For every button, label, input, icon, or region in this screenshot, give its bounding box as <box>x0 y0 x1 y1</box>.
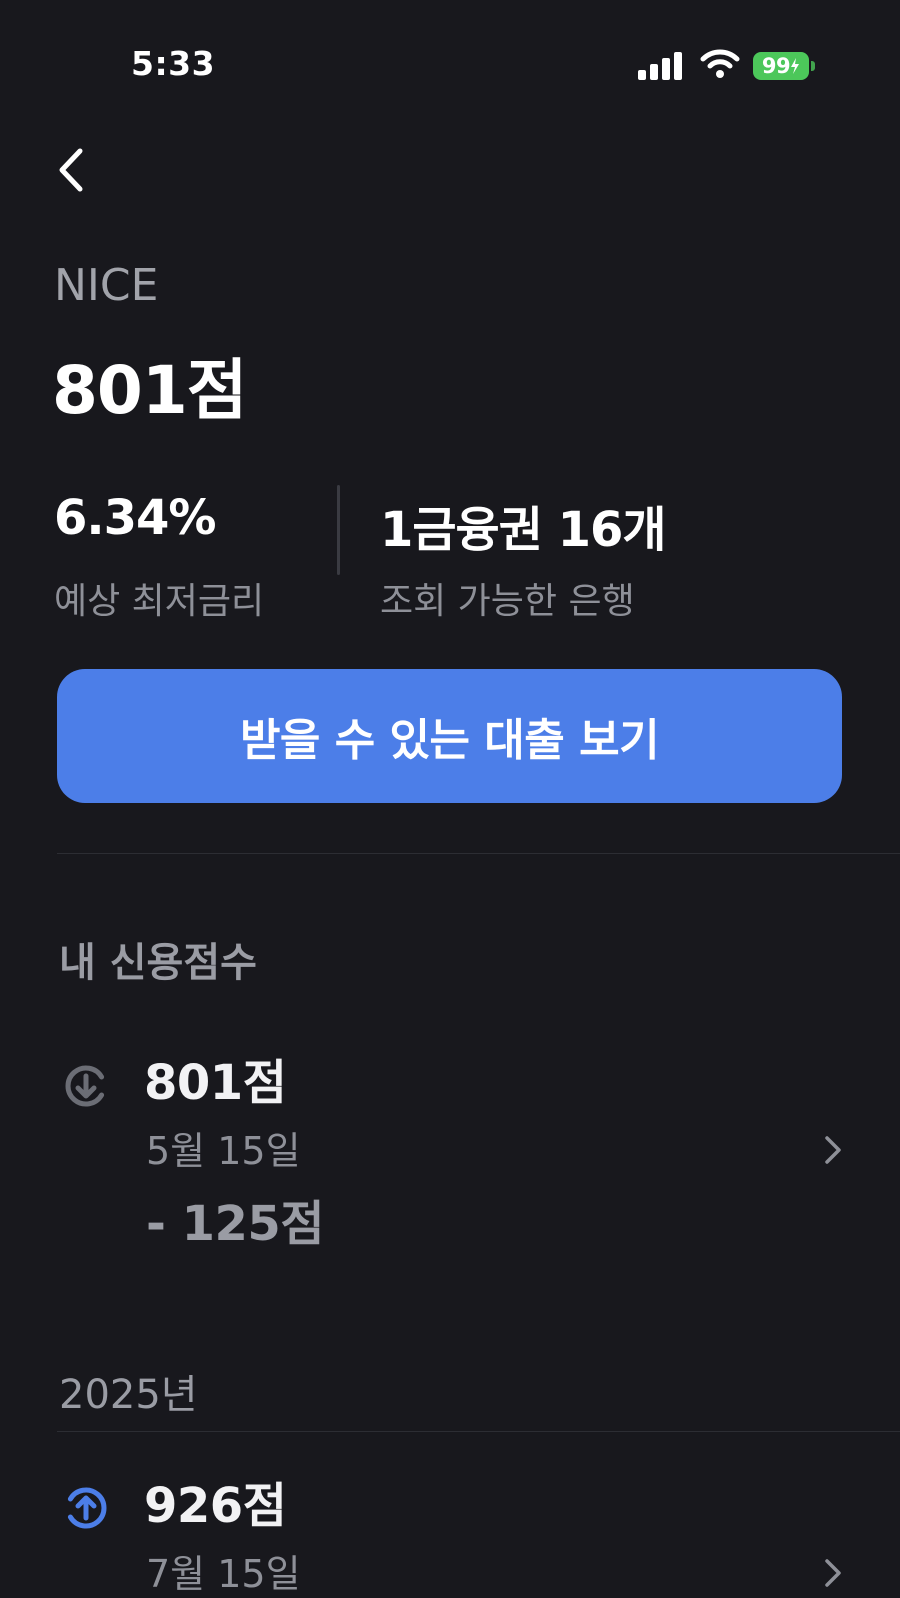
credit-bureau-name: NICE <box>54 260 159 311</box>
cellular-signal-icon <box>638 50 684 80</box>
year-group-label: 2025년 <box>59 1372 198 1418</box>
history-date: 7월 15일 <box>146 1552 301 1596</box>
back-chevron-icon[interactable] <box>56 145 96 195</box>
section-title-my-credit-score: 내 신용점수 <box>59 940 257 986</box>
history-score: 801점 <box>144 1055 287 1111</box>
chevron-right-icon <box>825 1136 841 1164</box>
history-score-change: - 125점 <box>146 1196 325 1252</box>
available-banks-label: 조회 가능한 은행 <box>380 581 635 622</box>
battery-level: 99 <box>761 54 791 78</box>
min-rate-value: 6.34% <box>54 490 217 546</box>
view-available-loans-button[interactable]: 받을 수 있는 대출 보기 <box>57 669 842 803</box>
arrow-up-circle-icon <box>67 1487 107 1529</box>
charging-bolt-icon <box>791 58 800 74</box>
battery-indicator: 99 <box>753 52 809 80</box>
divider <box>57 1431 900 1432</box>
available-banks-value: 1금융권 16개 <box>380 502 667 558</box>
min-rate-label: 예상 최저금리 <box>54 581 265 622</box>
wifi-icon <box>700 49 740 78</box>
current-credit-score: 801점 <box>52 352 247 429</box>
history-date: 5월 15일 <box>146 1129 301 1173</box>
score-history-row[interactable]: 801점 5월 15일 - 125점 <box>0 1040 900 1270</box>
battery-cap <box>811 61 815 71</box>
history-score: 926점 <box>144 1478 287 1534</box>
divider <box>57 853 900 854</box>
chevron-right-icon <box>825 1559 841 1587</box>
score-history-row[interactable]: 926점 7월 15일 <box>0 1463 900 1598</box>
arrow-down-circle-icon <box>65 1065 105 1107</box>
status-time: 5:33 <box>131 44 216 83</box>
stats-divider <box>337 485 340 575</box>
